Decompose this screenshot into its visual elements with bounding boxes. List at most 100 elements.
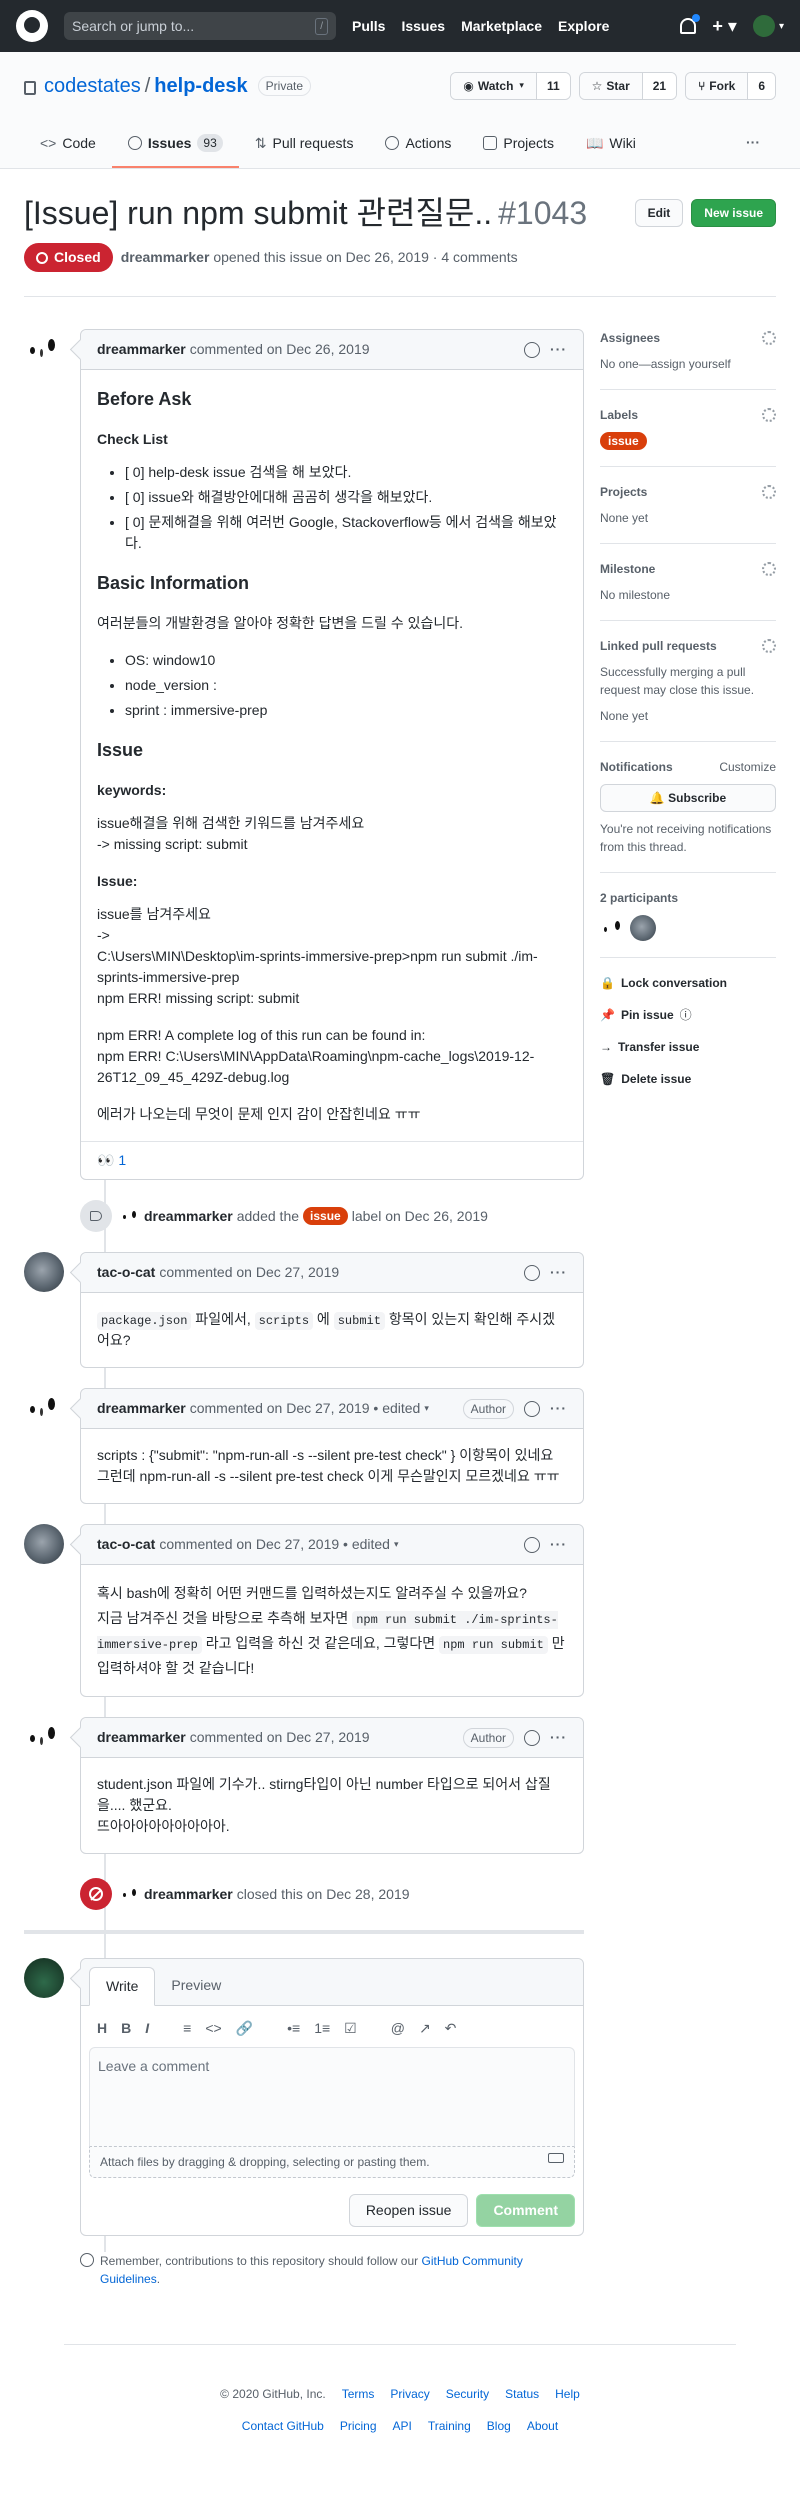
comment-author[interactable]: dreammarker	[97, 339, 186, 360]
participant-avatar[interactable]	[630, 915, 656, 941]
comment-options-icon[interactable]: ···	[550, 1398, 567, 1419]
footer-link-privacy[interactable]: Privacy	[390, 2385, 429, 2403]
info-icon[interactable]: ⓘ	[680, 1006, 692, 1024]
assign-yourself-link[interactable]: No one—assign yourself	[600, 355, 776, 373]
file-attach-area[interactable]: Attach files by dragging & dropping, sel…	[89, 2147, 575, 2178]
notifications-bell-icon[interactable]	[680, 14, 701, 34]
footer-link-help[interactable]: Help	[555, 2385, 580, 2403]
avatar[interactable]	[120, 1884, 140, 1904]
comment-author[interactable]: tac-o-cat	[97, 1262, 155, 1283]
watch-count[interactable]: 11	[535, 73, 570, 99]
link-icon[interactable]: 🔗	[236, 2018, 253, 2039]
markdown-icon[interactable]	[548, 2153, 564, 2163]
footer-link-contact[interactable]: Contact GitHub	[242, 2417, 324, 2435]
heading-icon[interactable]: H	[97, 2018, 107, 2039]
comment-textarea[interactable]: Leave a comment	[89, 2047, 575, 2147]
comment-options-icon[interactable]: ···	[550, 1262, 567, 1283]
star-button[interactable]: ☆ Star 21	[578, 72, 678, 100]
comment-options-icon[interactable]: ···	[550, 339, 567, 360]
create-new-plus-icon[interactable]: + ▾	[712, 13, 737, 40]
add-reaction-icon[interactable]	[524, 1536, 540, 1553]
avatar[interactable]	[24, 1524, 64, 1564]
caret-down-icon[interactable]: ▾	[394, 1538, 399, 1552]
label-issue[interactable]: issue	[303, 1207, 348, 1225]
add-reaction-icon[interactable]	[524, 341, 540, 358]
search-input[interactable]: Search or jump to... /	[64, 12, 336, 40]
footer-link-status[interactable]: Status	[505, 2385, 539, 2403]
nav-marketplace[interactable]: Marketplace	[461, 16, 542, 37]
ordered-list-icon[interactable]: 1≡	[314, 2018, 330, 2039]
avatar[interactable]	[24, 1958, 64, 1998]
italic-icon[interactable]: I	[145, 2018, 149, 2039]
mention-icon[interactable]: @	[391, 2018, 405, 2039]
avatar[interactable]	[24, 1252, 64, 1292]
pin-issue-button[interactable]: 📌 Pin issue ⓘ	[600, 1006, 776, 1024]
footer-link-blog[interactable]: Blog	[487, 2417, 511, 2435]
transfer-issue-button[interactable]: → Transfer issue	[600, 1038, 776, 1056]
footer-link-about[interactable]: About	[527, 2417, 558, 2435]
delete-issue-button[interactable]: 🗑 Delete issue	[600, 1070, 776, 1088]
add-reaction-icon[interactable]	[524, 1264, 540, 1281]
footer-link-pricing[interactable]: Pricing	[340, 2417, 377, 2435]
comment-options-icon[interactable]: ···	[550, 1727, 567, 1748]
label-issue[interactable]: issue	[600, 432, 647, 450]
reply-icon[interactable]: ↶	[445, 2018, 457, 2039]
comment-timestamp[interactable]: commented on Dec 26, 2019	[190, 339, 370, 360]
footer-link-api[interactable]: API	[393, 2417, 412, 2435]
footer-link-security[interactable]: Security	[446, 2385, 489, 2403]
comment-timestamp[interactable]: commented on Dec 27, 2019	[190, 1727, 370, 1748]
reference-icon[interactable]: ↗	[419, 2018, 431, 2039]
avatar[interactable]	[24, 329, 64, 369]
participant-avatar[interactable]	[600, 915, 626, 941]
customize-link[interactable]: Customize	[719, 758, 776, 776]
avatar[interactable]	[120, 1206, 140, 1226]
quote-icon[interactable]: ≡	[183, 2018, 191, 2039]
repo-owner-link[interactable]: codestates	[44, 75, 141, 97]
gear-icon[interactable]	[762, 485, 776, 499]
more-tabs-button[interactable]: ···	[730, 120, 776, 168]
nav-pulls[interactable]: Pulls	[352, 16, 385, 37]
unordered-list-icon[interactable]: •≡	[287, 2018, 300, 2039]
event-author[interactable]: dreammarker	[144, 1884, 233, 1905]
fork-button[interactable]: ⑂ Fork 6	[685, 72, 776, 100]
comment-timestamp[interactable]: commented on Dec 27, 2019 • edited	[190, 1398, 421, 1419]
comment-timestamp[interactable]: commented on Dec 27, 2019 • edited	[159, 1534, 390, 1555]
nav-explore[interactable]: Explore	[558, 16, 609, 37]
tab-write[interactable]: Write	[89, 1967, 156, 2006]
comment-options-icon[interactable]: ···	[550, 1534, 567, 1555]
tab-wiki[interactable]: 📖 Wiki	[570, 120, 652, 168]
tab-projects[interactable]: Projects	[467, 120, 570, 168]
tab-code[interactable]: <> Code	[24, 120, 112, 168]
tab-issues[interactable]: Issues 93	[111, 120, 239, 168]
star-count[interactable]: 21	[641, 73, 677, 99]
lock-conversation-button[interactable]: 🔒 Lock conversation	[600, 974, 776, 992]
repo-name-link[interactable]: help-desk	[154, 75, 247, 97]
reaction-eyes[interactable]: 👀 1	[97, 1150, 126, 1171]
comment-author[interactable]: dreammarker	[97, 1398, 186, 1419]
github-logo-icon[interactable]	[16, 10, 48, 42]
gear-icon[interactable]	[762, 562, 776, 576]
tab-actions[interactable]: Actions	[369, 120, 467, 168]
tab-pull-requests[interactable]: ⇅ Pull requests	[239, 120, 370, 168]
code-icon[interactable]: <>	[205, 2018, 221, 2039]
comment-author[interactable]: dreammarker	[97, 1727, 186, 1748]
gear-icon[interactable]	[762, 639, 776, 653]
reopen-issue-button[interactable]: Reopen issue	[348, 2194, 469, 2227]
comment-button[interactable]: Comment	[476, 2194, 575, 2227]
footer-link-training[interactable]: Training	[428, 2417, 471, 2435]
nav-issues[interactable]: Issues	[401, 16, 445, 37]
watch-button[interactable]: ◉ Watch ▾ 11	[450, 72, 571, 100]
footer-link-terms[interactable]: Terms	[342, 2385, 375, 2403]
task-list-icon[interactable]: ☑	[344, 2018, 357, 2039]
avatar[interactable]	[24, 1717, 64, 1757]
event-author[interactable]: dreammarker	[144, 1206, 233, 1227]
user-menu[interactable]: ▾	[752, 15, 784, 37]
comment-author[interactable]: tac-o-cat	[97, 1534, 155, 1555]
gear-icon[interactable]	[762, 408, 776, 422]
subscribe-button[interactable]: 🔔 Subscribe	[600, 784, 776, 812]
tab-preview[interactable]: Preview	[155, 1967, 237, 2005]
add-reaction-icon[interactable]	[524, 1729, 540, 1746]
fork-count[interactable]: 6	[747, 73, 775, 99]
bold-icon[interactable]: B	[121, 2018, 131, 2039]
add-reaction-icon[interactable]	[524, 1400, 540, 1417]
